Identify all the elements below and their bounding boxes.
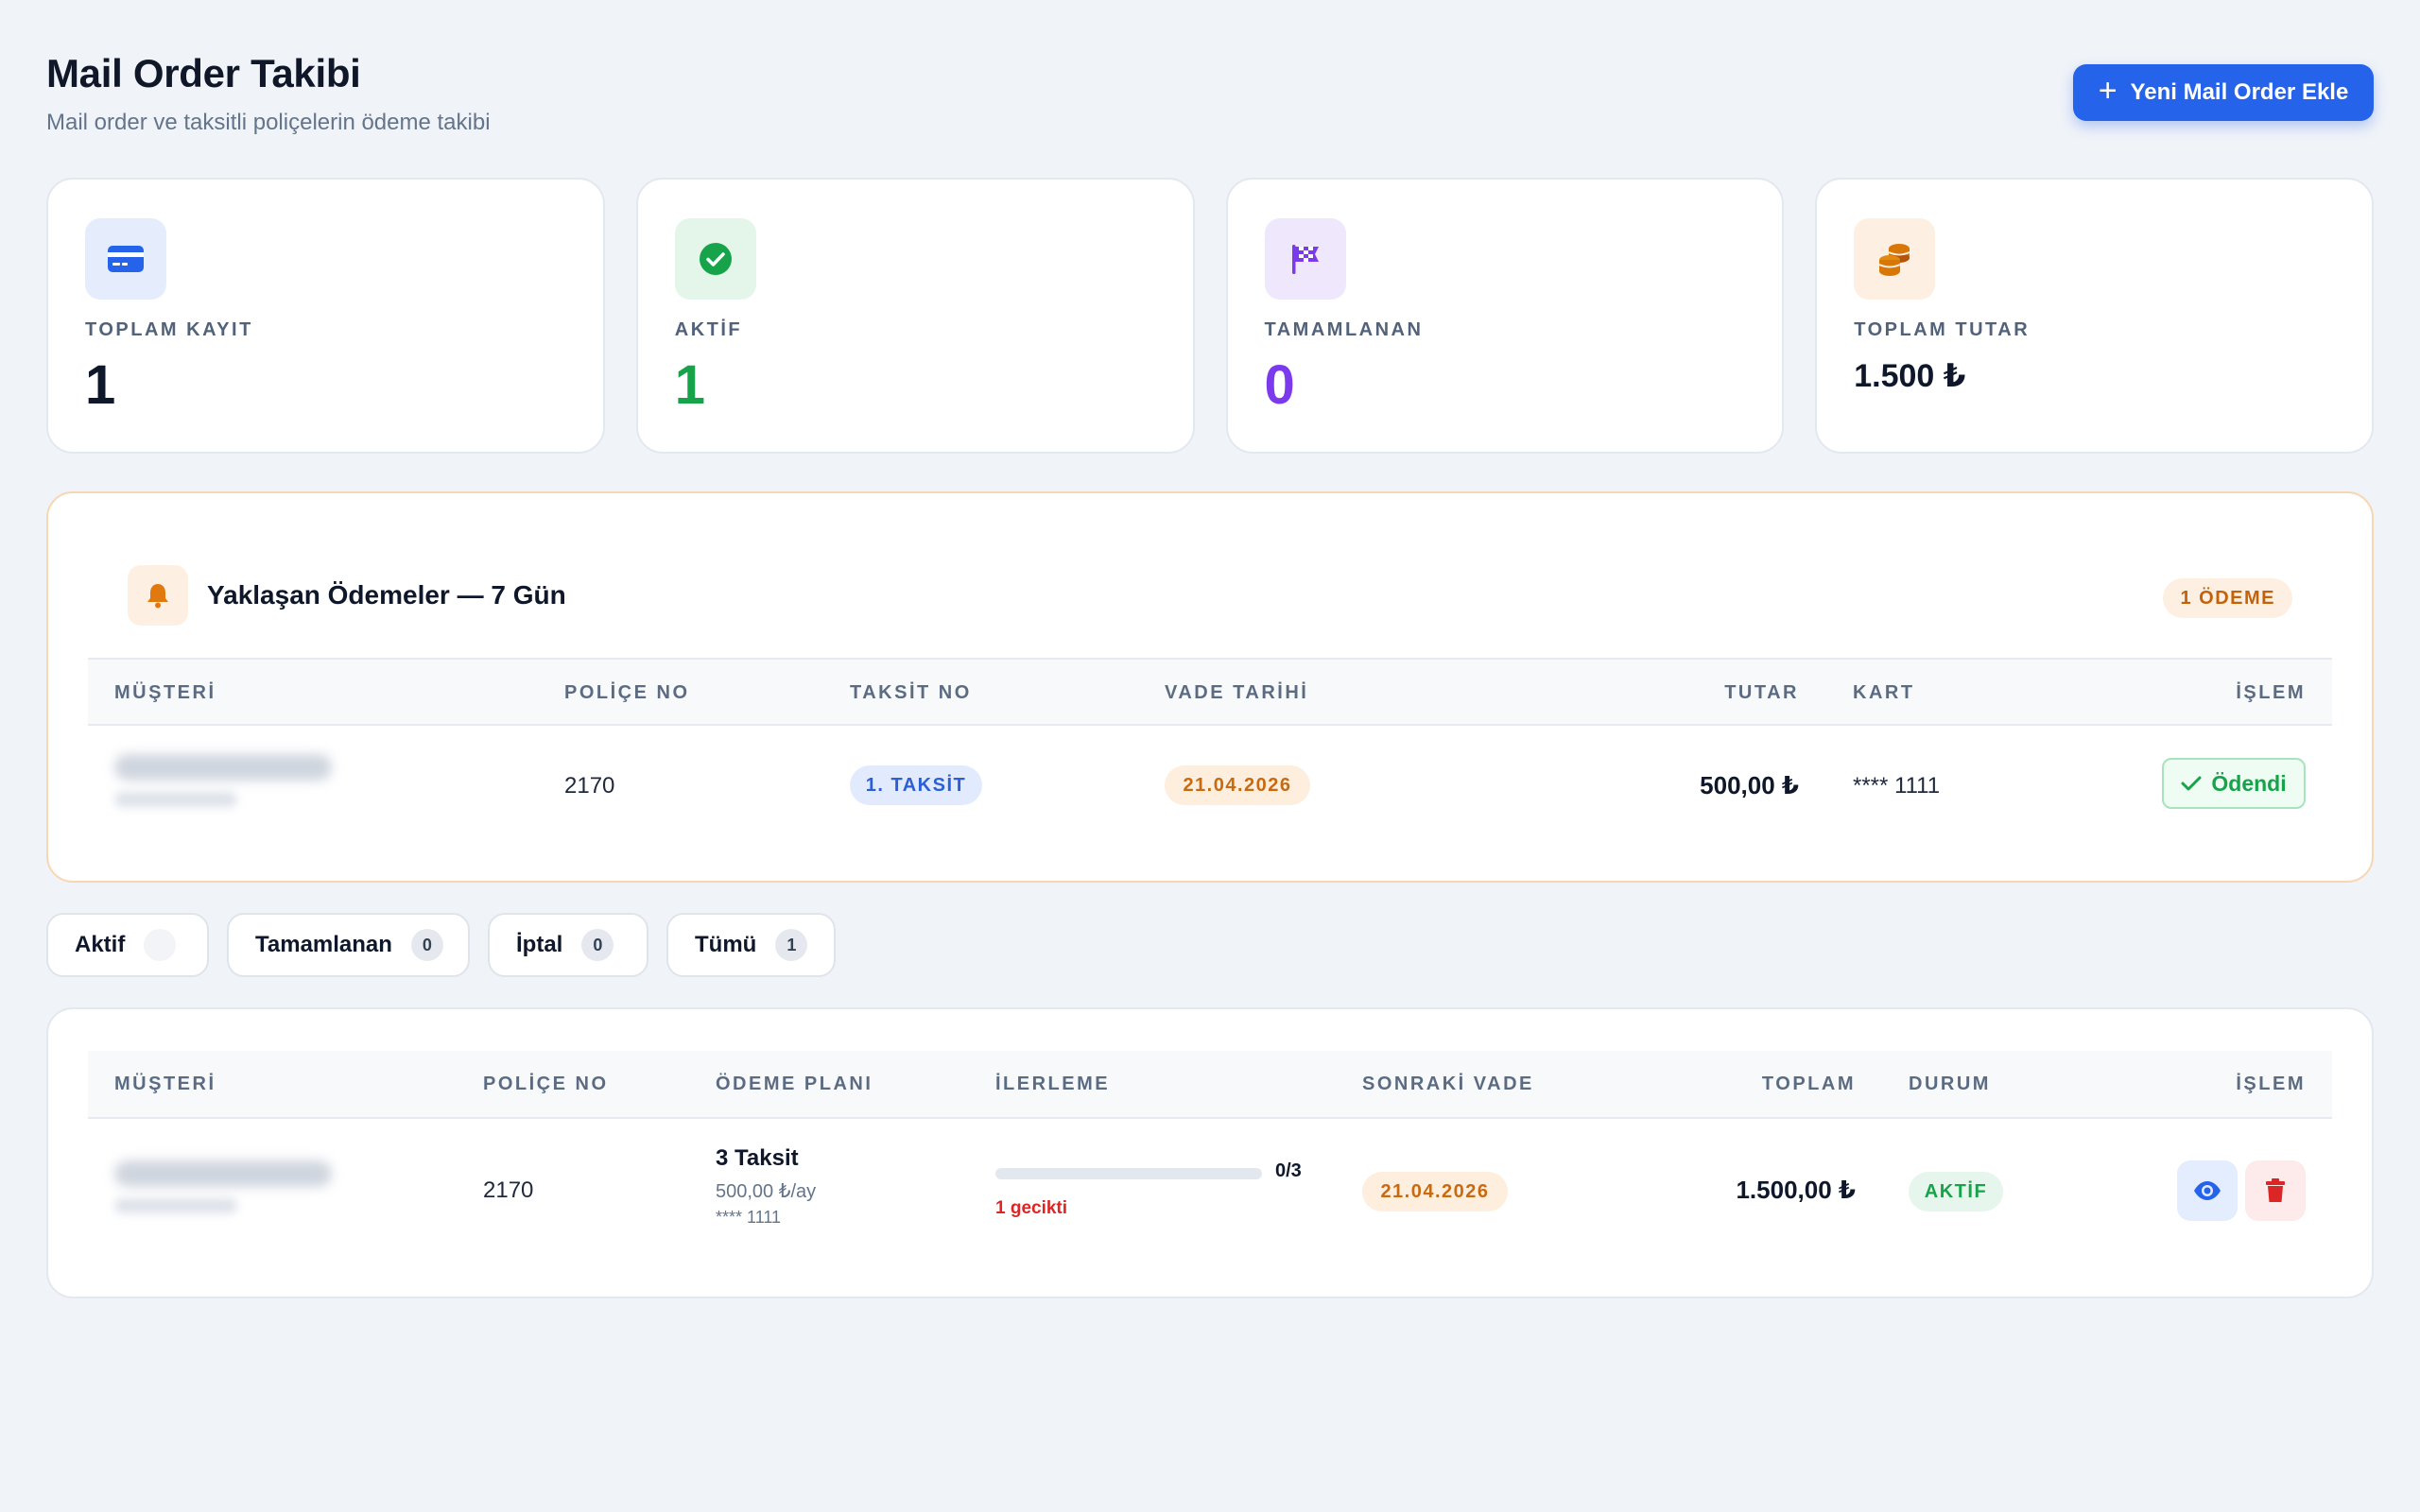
stat-label: TOPLAM KAYIT: [85, 319, 253, 340]
column-header: TAKSİT NO: [850, 682, 972, 703]
stat-value: 1: [674, 354, 706, 416]
column-header: ÖDEME PLANI: [716, 1074, 873, 1094]
check-icon: [2181, 776, 2202, 791]
tab-label: Aktif: [75, 932, 126, 957]
plan-title: 3 Taksit: [716, 1145, 799, 1171]
tab-cancelled[interactable]: İptal 0: [488, 913, 648, 977]
page-title: Mail Order Takibi: [46, 51, 361, 95]
tab-count: 0: [410, 929, 443, 961]
page-subtitle: Mail order ve taksitli poliçelerin ödeme…: [46, 110, 491, 135]
upcoming-table-header: MÜŞTERİ POLİÇE NO TAKSİT NO VADE TARİHİ …: [88, 658, 2332, 726]
column-header: TOPLAM: [1761, 1074, 1856, 1094]
column-header: İLERLEME: [995, 1074, 1111, 1094]
upcoming-table: MÜŞTERİ POLİÇE NO TAKSİT NO VADE TARİHİ …: [88, 658, 2332, 850]
tab-count: 0: [581, 929, 614, 961]
filter-tabs: Aktif Tamamlanan 0 İptal 0 Tümü 1: [46, 913, 836, 977]
add-mail-order-label: Yeni Mail Order Ekle: [2130, 79, 2349, 105]
table-row: 2170 1. TAKSİT 21.04.2026 500,00 ₺ **** …: [88, 726, 2332, 850]
upcoming-header: Yaklaşan Ödemeler — 7 Gün 1 ÖDEME: [128, 565, 2292, 627]
bell-icon: [128, 565, 188, 626]
upcoming-count-badge: 1 ÖDEME: [2163, 578, 2292, 618]
column-header: SONRAKİ VADE: [1362, 1074, 1534, 1094]
orders-table: MÜŞTERİ POLİÇE NO ÖDEME PLANI İLERLEME S…: [88, 1051, 2332, 1261]
due-date-badge: 21.04.2026: [1165, 765, 1310, 805]
mail-order-page: Mail Order Takibi Mail order ve taksitli…: [46, 0, 2374, 1298]
column-header: KART: [1853, 682, 1915, 703]
late-text: 1 gecikti: [995, 1198, 1068, 1218]
view-button[interactable]: [2177, 1160, 2238, 1221]
tab-count: 1: [775, 929, 808, 961]
table-row: 2170 3 Taksit 500,00 ₺/ay **** 1111 0/3 …: [88, 1119, 2332, 1261]
column-header: İŞLEM: [2236, 1074, 2306, 1094]
column-header: POLİÇE NO: [564, 682, 690, 703]
stats-row: TOPLAM KAYIT 1 AKTİF 1 TAMAMLANAN 0 TOPL…: [46, 178, 2374, 454]
stat-value: 1: [85, 354, 116, 416]
column-header: POLİÇE NO: [483, 1074, 609, 1094]
tab-all[interactable]: Tümü 1: [666, 913, 836, 977]
upcoming-payments-panel: Yaklaşan Ödemeler — 7 Gün 1 ÖDEME MÜŞTER…: [46, 491, 2374, 883]
coins-icon: [1854, 218, 1936, 300]
stat-value: 1.500 ₺: [1854, 358, 1966, 394]
checkered-flag-icon: [1264, 218, 1346, 300]
policy-no: 2170: [564, 773, 615, 799]
trash-icon: [2266, 1178, 2285, 1202]
plan-amount: 500,00 ₺/ay: [716, 1181, 817, 1202]
tab-completed[interactable]: Tamamlanan 0: [227, 913, 470, 977]
add-mail-order-button[interactable]: + Yeni Mail Order Ekle: [2073, 64, 2374, 121]
stat-card-active: AKTİF 1: [635, 178, 1195, 454]
card-number: **** 1111: [1853, 773, 1941, 799]
tab-label: İptal: [516, 932, 563, 957]
stat-card-total-amount: TOPLAM TUTAR 1.500 ₺: [1815, 178, 2374, 454]
eye-icon: [2194, 1181, 2221, 1200]
progress-bar: [995, 1168, 1262, 1179]
column-header: İŞLEM: [2236, 682, 2306, 703]
check-circle-icon: [674, 218, 756, 300]
page-header: Mail Order Takibi Mail order ve taksitli…: [46, 0, 2374, 178]
orders-table-header: MÜŞTERİ POLİÇE NO ÖDEME PLANI İLERLEME S…: [88, 1051, 2332, 1119]
stat-card-completed: TAMAMLANAN 0: [1225, 178, 1785, 454]
upcoming-title: Yaklaşan Ödemeler — 7 Gün: [207, 580, 566, 610]
column-header: MÜŞTERİ: [114, 1074, 216, 1094]
stat-label: AKTİF: [674, 319, 743, 340]
stat-card-total-records: TOPLAM KAYIT 1: [46, 178, 605, 454]
mark-paid-button[interactable]: Ödendi: [2162, 758, 2306, 809]
credit-card-icon: [85, 218, 166, 300]
tab-count: [144, 929, 177, 961]
tab-label: Tamamlanan: [255, 932, 392, 957]
column-header: DURUM: [1909, 1074, 1991, 1094]
amount: 500,00 ₺: [1700, 771, 1799, 799]
policy-no: 2170: [483, 1177, 534, 1203]
installment-badge: 1. TAKSİT: [850, 765, 982, 805]
status-badge: AKTİF: [1909, 1172, 2003, 1211]
mark-paid-label: Ödendi: [2211, 770, 2287, 796]
stat-label: TAMAMLANAN: [1264, 319, 1424, 340]
plus-icon: +: [2098, 73, 2118, 109]
plan-card: **** 1111: [716, 1208, 782, 1227]
column-header: VADE TARİHİ: [1165, 682, 1309, 703]
delete-button[interactable]: [2245, 1160, 2306, 1221]
tab-active[interactable]: Aktif: [46, 913, 209, 977]
stat-label: TOPLAM TUTAR: [1854, 319, 2031, 340]
column-header: TUTAR: [1724, 682, 1799, 703]
progress-text: 0/3: [1275, 1160, 1302, 1181]
orders-panel: MÜŞTERİ POLİÇE NO ÖDEME PLANI İLERLEME S…: [46, 1007, 2374, 1298]
total-amount: 1.500,00 ₺: [1736, 1176, 1856, 1204]
next-due-badge: 21.04.2026: [1362, 1172, 1508, 1211]
stat-value: 0: [1264, 354, 1295, 416]
column-header: MÜŞTERİ: [114, 682, 216, 703]
tab-label: Tümü: [695, 932, 757, 957]
